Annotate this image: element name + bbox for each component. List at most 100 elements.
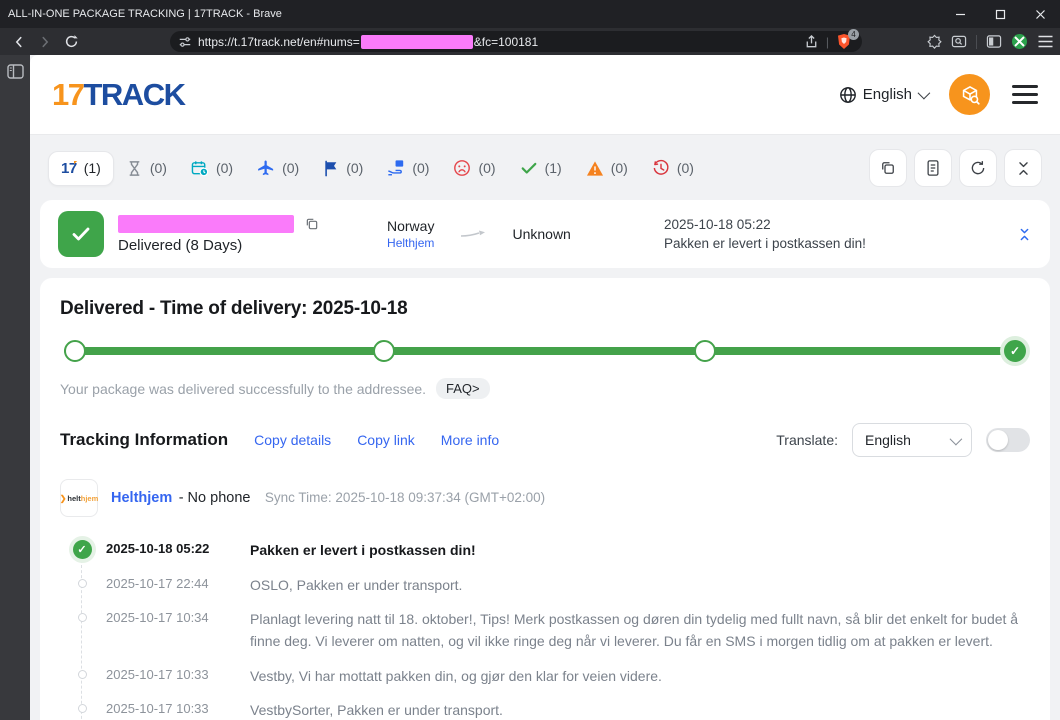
progress-node-delivered: ✓ [1004, 340, 1026, 362]
language-label: English [862, 86, 912, 103]
share-icon[interactable] [804, 34, 819, 49]
copy-link-link[interactable]: Copy link [357, 432, 415, 448]
refresh-button[interactable] [959, 149, 997, 187]
translate-language-select[interactable]: English [852, 423, 972, 457]
timeline-event: 2025-10-17 10:33 VestbySorter, Pakken er… [72, 693, 1030, 720]
tab-arrival[interactable]: (0) [311, 152, 375, 185]
search-box-extension-icon[interactable] [951, 34, 967, 49]
track-package-button[interactable] [949, 74, 990, 115]
document-icon [927, 160, 939, 176]
site-header: 17TRACK English [30, 55, 1060, 134]
17-mini-logo: 17 [61, 159, 77, 177]
last-event-text: Pakken er levert i postkassen din! [664, 236, 866, 251]
tab-not-found[interactable]: (0) [114, 152, 179, 185]
copy-icon [882, 162, 894, 174]
delivery-progress-bar: ✓ [64, 336, 1026, 366]
progress-node-out-for-delivery [693, 340, 716, 362]
back-button[interactable] [6, 31, 32, 53]
status-filter-tabbar: 17 (1) (0) (0) (0) (0) (0) (0) (1) (0) (… [30, 134, 1060, 200]
site-menu-icon[interactable] [1012, 85, 1038, 104]
url-separator: | [825, 34, 829, 49]
17track-logo[interactable]: 17TRACK [52, 77, 186, 113]
tab-out-for-delivery[interactable]: (0) [375, 151, 441, 185]
reload-button[interactable] [58, 31, 84, 53]
green-orb-extension-icon[interactable] [1011, 33, 1028, 50]
collapse-all-button[interactable] [1004, 149, 1042, 187]
origin-carrier-link[interactable]: Helthjem [387, 236, 434, 250]
globe-icon [839, 86, 856, 103]
tab-all[interactable]: 17 (1) [48, 150, 114, 186]
timeline-check-icon: ✓ [72, 540, 92, 559]
close-button[interactable] [1020, 0, 1060, 28]
timeline-dot-icon [77, 613, 87, 623]
forward-button[interactable] [32, 31, 58, 53]
warning-triangle-icon [586, 160, 603, 176]
brave-shield-button[interactable]: 4 [836, 28, 859, 51]
sidebar-toggle-icon[interactable] [986, 34, 1002, 49]
history-clock-icon [653, 159, 669, 175]
more-info-link[interactable]: More info [441, 432, 499, 448]
chevron-down-icon [917, 86, 931, 100]
collapse-card-icon[interactable] [1017, 226, 1032, 243]
back-icon [15, 36, 22, 47]
toggle-knob [988, 430, 1008, 450]
tab-info-received[interactable]: (0) [179, 152, 245, 185]
delivery-note: Your package was delivered successfully … [60, 380, 427, 397]
window-title: ALL-IN-ONE PACKAGE TRACKING | 17TRACK - … [8, 8, 282, 20]
timeline-dot-icon [77, 669, 87, 679]
progress-node-info-received [64, 340, 86, 362]
status-line: Delivered (8 Days) [118, 236, 243, 254]
timeline-event: ✓ 2025-10-18 05:22 Pakken er levert i po… [72, 533, 1030, 568]
shield-badge-count: 4 [848, 28, 859, 40]
export-list-button[interactable] [914, 149, 952, 187]
address-bar[interactable]: https://t.17track.net/en#nums= &fc=100181… [170, 28, 862, 52]
progress-line [64, 347, 1026, 355]
delivery-heading: Delivered - Time of delivery: 2025-10-18 [60, 298, 408, 319]
browser-titlebar: ALL-IN-ONE PACKAGE TRACKING | 17TRACK - … [0, 0, 1060, 28]
translate-label: Translate: [776, 432, 838, 448]
tab-delivered[interactable]: (1) [508, 151, 574, 185]
site-settings-icon [179, 36, 191, 47]
collapse-vertical-icon [1018, 161, 1028, 175]
copy-tracking-number-icon[interactable] [304, 216, 320, 232]
tab-expired[interactable]: (0) [640, 151, 706, 185]
maximize-button[interactable] [980, 0, 1020, 28]
tracking-number-redacted-url [360, 34, 473, 49]
forward-icon [42, 36, 49, 47]
calendar-clock-icon [191, 160, 209, 176]
timeline-dot-icon [77, 704, 87, 714]
carrier-name-link[interactable]: Helthjem [111, 490, 172, 506]
progress-node-in-transit [373, 340, 396, 362]
chevron-down-icon [949, 432, 963, 445]
tab-alert[interactable]: (0) [574, 152, 640, 185]
close-icon [1035, 9, 1045, 19]
check-icon [521, 162, 536, 174]
copy-details-link[interactable]: Copy details [254, 432, 331, 448]
airplane-icon [258, 160, 274, 176]
route-arrow-icon [461, 230, 486, 237]
hourglass-icon [129, 160, 140, 176]
translate-toggle[interactable] [986, 428, 1030, 452]
tab-in-transit[interactable]: (0) [245, 151, 311, 185]
faq-link[interactable]: FAQ> [436, 378, 490, 399]
copy-all-button[interactable] [869, 149, 907, 187]
tracking-timeline: ✓ 2025-10-18 05:22 Pakken er levert i po… [60, 533, 1030, 720]
origin-country: Norway [387, 218, 435, 234]
timeline-event: 2025-10-17 10:34 Planlagt levering natt … [72, 602, 1030, 658]
language-selector[interactable]: English [839, 86, 931, 104]
browser-menu-icon[interactable] [1037, 34, 1054, 49]
carrier-logo[interactable]: ❯ helt hjem [60, 479, 98, 517]
hand-package-icon [388, 160, 404, 176]
flag-icon [325, 160, 337, 176]
minimize-icon [955, 13, 965, 15]
tracking-number-redacted [118, 214, 294, 233]
tracking-detail-card: Delivered - Time of delivery: 2025-10-18… [40, 278, 1050, 720]
extension-icon[interactable] [927, 34, 942, 49]
side-panel-icon[interactable] [6, 64, 24, 79]
browser-side-strip [0, 55, 30, 720]
minimize-button[interactable] [940, 0, 980, 28]
carrier-logo-mark: ❯ [59, 493, 67, 503]
translate-language-value: English [865, 432, 911, 448]
tab-delivery-failure[interactable]: (0) [441, 151, 507, 185]
package-status-card[interactable]: Delivered (8 Days) Norway Helthjem Unkno… [40, 200, 1050, 268]
